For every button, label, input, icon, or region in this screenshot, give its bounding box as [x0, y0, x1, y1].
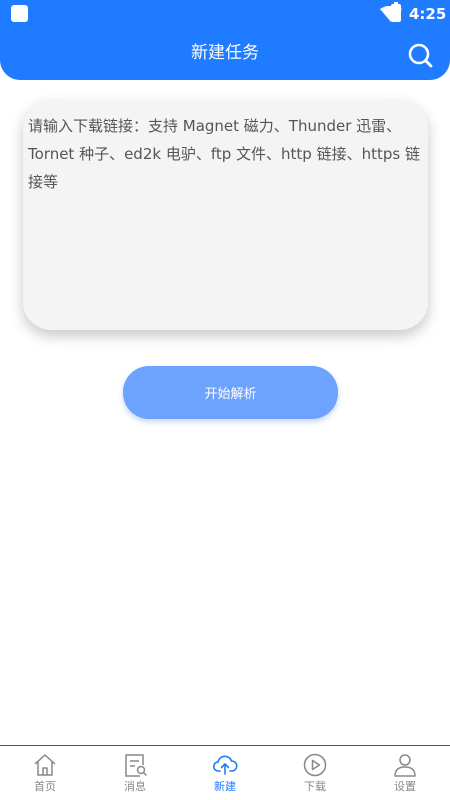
nav-item-message[interactable]: 消息 — [90, 746, 180, 800]
page-title: 新建任务 — [191, 43, 259, 63]
message-icon — [125, 754, 148, 777]
bottom-nav: 首页 消息 新建 下载 设置 — [0, 745, 450, 800]
nav-label: 下载 — [304, 780, 326, 793]
nav-label: 首页 — [34, 780, 56, 793]
link-input[interactable] — [23, 100, 428, 330]
cloud-upload-icon — [212, 755, 238, 775]
start-parse-button[interactable]: 开始解析 — [123, 366, 338, 419]
status-time: 4:25 — [409, 5, 447, 23]
notification-square-icon — [11, 5, 28, 22]
play-circle-icon — [303, 753, 327, 777]
status-bar: 4:25 — [0, 0, 450, 28]
nav-label: 新建 — [214, 780, 236, 793]
link-input-card — [23, 100, 428, 330]
search-icon[interactable] — [406, 41, 434, 69]
header: 4:25 新建任务 — [0, 0, 450, 80]
battery-icon — [391, 2, 401, 22]
nav-label: 设置 — [394, 780, 416, 793]
home-icon — [34, 754, 56, 776]
user-icon — [394, 754, 416, 777]
nav-item-new[interactable]: 新建 — [180, 746, 270, 800]
app: 4:25 新建任务 开始解析 首页 消息 — [0, 0, 450, 800]
nav-label: 消息 — [124, 780, 146, 793]
nav-item-download[interactable]: 下载 — [270, 746, 360, 800]
nav-item-home[interactable]: 首页 — [0, 746, 90, 800]
nav-item-settings[interactable]: 设置 — [360, 746, 450, 800]
